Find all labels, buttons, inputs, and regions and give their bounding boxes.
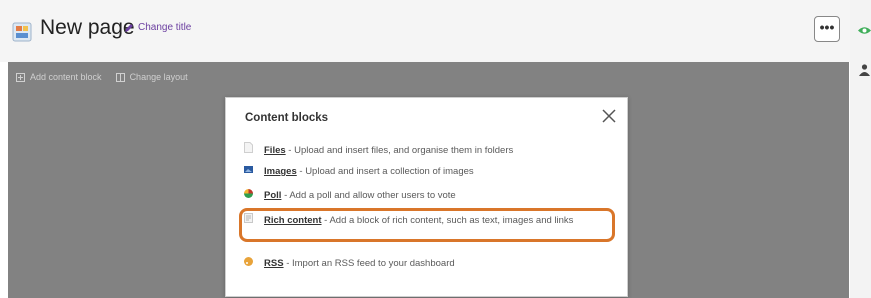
option-description: - Add a block of rich content, such as t… [324,215,574,226]
close-icon[interactable] [599,106,619,126]
page-icon [12,22,32,42]
content-block-option-poll[interactable]: Poll - Add a poll and allow other users … [243,189,456,201]
option-name[interactable]: RSS [264,258,284,269]
add-content-block-label: Add content block [30,72,102,82]
poll-icon [243,189,254,201]
pencil-icon [125,23,133,32]
option-description: - Add a poll and allow other users to vo… [284,190,456,201]
page-toolbar: Add content block Change layout [16,72,188,82]
option-name[interactable]: Files [264,145,286,156]
content-block-option-files[interactable]: Files - Upload and insert files, and org… [243,142,513,156]
rss-icon [243,257,254,269]
more-options-button[interactable]: ••• [814,16,840,42]
content-block-option-images[interactable]: Images - Upload and insert a collection … [243,165,474,177]
content-blocks-dialog: Content blocks Files - Upload and insert… [225,97,628,297]
content-block-option-rich-content[interactable]: Rich content - Add a block of rich conte… [243,213,613,227]
option-description: - Upload and insert files, and organise … [288,145,514,156]
add-content-block-button[interactable]: Add content block [16,72,102,82]
page-header: New page Change title ••• [0,0,850,62]
eye-icon[interactable] [858,26,871,35]
option-name[interactable]: Poll [264,190,281,201]
plus-square-icon [16,72,25,82]
user-icon[interactable] [859,64,870,76]
right-sidebar-strip [850,0,871,298]
option-description: - Upload and insert a collection of imag… [299,166,474,177]
image-icon [243,165,254,177]
change-layout-label: Change layout [129,72,188,82]
option-description: - Import an RSS feed to your dashboard [286,258,455,269]
file-icon [243,142,254,156]
change-title-label[interactable]: Change title [138,22,191,33]
option-name[interactable]: Images [264,166,297,177]
layout-icon [115,72,125,82]
content-block-option-rss[interactable]: RSS - Import an RSS feed to your dashboa… [243,257,455,269]
dialog-title: Content blocks [245,112,329,124]
change-title-link[interactable]: Change title [124,22,191,33]
option-name[interactable]: Rich content [264,215,322,226]
page-title: New page [40,16,135,39]
rich-content-icon [243,213,254,227]
change-layout-button[interactable]: Change layout [115,72,188,82]
